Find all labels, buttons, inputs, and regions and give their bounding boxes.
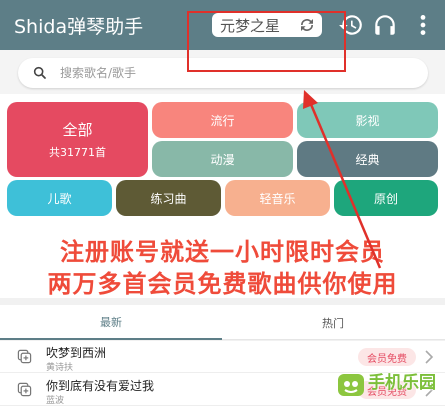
category-pop[interactable]: 流行: [152, 102, 293, 138]
song-artist: 蓝波: [46, 396, 65, 406]
category-all-label: 全部: [62, 121, 93, 139]
search-icon: [33, 66, 46, 79]
category-classic[interactable]: 经典: [297, 141, 438, 177]
category-children[interactable]: 儿歌: [7, 180, 112, 216]
headphones-icon[interactable]: [372, 12, 398, 38]
annotation-box: [187, 11, 346, 72]
app-title: Shida弹琴助手: [14, 16, 144, 38]
song-icon: [17, 382, 32, 397]
tab-hot[interactable]: 热门: [222, 305, 444, 340]
watermark-icon: [338, 374, 364, 396]
promo-line-2: 两万多首会员免费歌曲供你使用: [47, 270, 398, 298]
watermark-text: 手机乐园: [368, 373, 436, 393]
category-light-music[interactable]: 轻音乐: [225, 180, 330, 216]
more-vert-icon[interactable]: [410, 12, 436, 38]
song-tabs: 最新 热门: [0, 305, 445, 340]
song-artist: 黄诗扶: [46, 363, 74, 373]
category-anime[interactable]: 动漫: [152, 141, 293, 177]
song-title: 吹梦到西洲: [46, 346, 107, 360]
song-icon: [17, 349, 32, 364]
promo-line-1: 注册账号就送一小时限时会员: [60, 238, 385, 266]
category-film[interactable]: 影视: [297, 102, 438, 138]
category-all-count: 共31771首: [49, 146, 106, 159]
category-etude[interactable]: 练习曲: [116, 180, 221, 216]
song-title: 你到底有没有爱过我: [46, 379, 155, 393]
chevron-right-icon: [425, 350, 434, 364]
watermark-logo: 手机乐园: [334, 368, 442, 404]
category-original[interactable]: 原创: [334, 180, 438, 216]
promo-banner[interactable]: 注册账号就送一小时限时会员 两万多首会员免费歌曲供你使用: [0, 226, 445, 298]
vip-free-badge: 会员免费: [358, 348, 416, 366]
category-all[interactable]: 全部 共31771首: [7, 102, 148, 177]
tab-latest[interactable]: 最新: [0, 305, 222, 340]
